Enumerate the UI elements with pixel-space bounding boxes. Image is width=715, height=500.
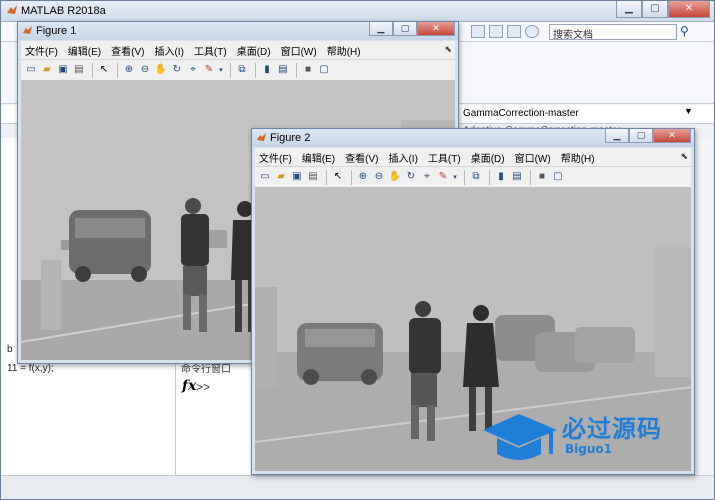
pointer-icon[interactable]: ↖ bbox=[331, 170, 345, 184]
figure-2-minimize-button[interactable]: ▁ bbox=[605, 129, 629, 143]
matlab-logo-icon bbox=[7, 5, 17, 14]
link-plot-icon[interactable]: ⧉ bbox=[235, 63, 249, 77]
qa-cut-icon[interactable] bbox=[471, 25, 485, 38]
main-title-bar: MATLAB R2018a ▁ ▢ ✕ bbox=[1, 1, 714, 22]
legend-icon[interactable]: ▤ bbox=[276, 63, 290, 77]
figure-1-maximize-button[interactable]: ▢ bbox=[393, 22, 417, 36]
pan-icon[interactable]: ✋ bbox=[154, 63, 168, 77]
menu-edit[interactable]: 编辑(E) bbox=[68, 43, 101, 58]
menu-tools[interactable]: 工具(T) bbox=[194, 43, 227, 58]
watermark-logo-icon bbox=[483, 414, 557, 460]
link-plot-icon[interactable]: ⧉ bbox=[469, 170, 483, 184]
zoom-out-icon[interactable]: ⊖ bbox=[138, 63, 152, 77]
figure-2-title-bar[interactable]: Figure 2 ▁ ▢ ✕ bbox=[252, 129, 694, 147]
menu-window[interactable]: 窗口(W) bbox=[515, 150, 551, 165]
print-icon[interactable]: ▤ bbox=[306, 170, 320, 184]
hide-plot-tools-icon[interactable]: ■ bbox=[301, 63, 315, 77]
menu-edit[interactable]: 编辑(E) bbox=[302, 150, 335, 165]
open-file-icon[interactable]: ▰ bbox=[274, 170, 288, 184]
figure-2-toolbar: ▭ ▰ ▣ ▤ ↖ ⊕ ⊖ ✋ ↻ ⌖ ✎ ▾ ⧉ ▮ ▤ ■ ▢ bbox=[255, 166, 691, 187]
watermark-text: 必过源码 bbox=[562, 415, 662, 443]
editor-line-11: 11 = f(x,y); bbox=[7, 363, 54, 374]
pan-icon[interactable]: ✋ bbox=[388, 170, 402, 184]
panel-label: b bbox=[7, 344, 13, 355]
menu-tools[interactable]: 工具(T) bbox=[428, 150, 461, 165]
search-documentation-input[interactable]: 搜索文档 bbox=[549, 24, 677, 41]
minimize-button[interactable]: ▁ bbox=[616, 1, 642, 18]
figure-1-title-bar[interactable]: Figure 1 ▁ ▢ ✕ bbox=[18, 22, 458, 40]
colorbar-icon[interactable]: ▮ bbox=[260, 63, 274, 77]
dock-arrow-icon[interactable]: ⬉ bbox=[680, 151, 688, 162]
qa-copy-icon[interactable] bbox=[489, 25, 503, 38]
menu-desktop[interactable]: 桌面(D) bbox=[471, 150, 505, 165]
figure-2-maximize-button[interactable]: ▢ bbox=[629, 129, 653, 143]
data-cursor-icon[interactable]: ⌖ bbox=[420, 170, 434, 184]
close-button[interactable]: ✕ bbox=[668, 1, 710, 18]
menu-file[interactable]: 文件(F) bbox=[259, 150, 292, 165]
menu-help[interactable]: 帮助(H) bbox=[561, 150, 595, 165]
figure-1-title: Figure 1 bbox=[36, 25, 77, 37]
figure-1-menubar: 文件(F) 编辑(E) 查看(V) 插入(I) 工具(T) 桌面(D) 窗口(W… bbox=[21, 41, 455, 59]
new-figure-icon[interactable]: ▭ bbox=[258, 170, 272, 184]
menu-desktop[interactable]: 桌面(D) bbox=[237, 43, 271, 58]
figure-2-title: Figure 2 bbox=[270, 132, 311, 144]
main-window-title: MATLAB R2018a bbox=[21, 5, 106, 17]
brush-icon[interactable]: ✎ bbox=[436, 170, 450, 184]
fx-icon[interactable]: fx bbox=[182, 378, 196, 394]
search-icon[interactable]: ⚲ bbox=[680, 24, 689, 38]
figure-2-menubar: 文件(F) 编辑(E) 查看(V) 插入(I) 工具(T) 桌面(D) 窗口(W… bbox=[255, 148, 691, 166]
dock-arrow-icon[interactable]: ⬉ bbox=[444, 44, 452, 55]
zoom-in-icon[interactable]: ⊕ bbox=[122, 63, 136, 77]
open-file-icon[interactable]: ▰ bbox=[40, 63, 54, 77]
menu-window[interactable]: 窗口(W) bbox=[281, 43, 317, 58]
figure-icon bbox=[257, 133, 266, 141]
help-icon[interactable] bbox=[525, 25, 539, 38]
figure-icon bbox=[23, 26, 32, 34]
watermark-subtext: Biguo1 bbox=[565, 442, 612, 456]
zoom-out-icon[interactable]: ⊖ bbox=[372, 170, 386, 184]
menu-help[interactable]: 帮助(H) bbox=[327, 43, 361, 58]
status-bar bbox=[1, 475, 714, 499]
right-scroll-strip[interactable] bbox=[693, 138, 714, 475]
brush-icon[interactable]: ✎ bbox=[202, 63, 216, 77]
zoom-in-icon[interactable]: ⊕ bbox=[356, 170, 370, 184]
save-icon[interactable]: ▣ bbox=[56, 63, 70, 77]
figure-1-close-button[interactable]: ✕ bbox=[417, 22, 455, 36]
maximize-button[interactable]: ▢ bbox=[642, 1, 668, 18]
menu-view[interactable]: 查看(V) bbox=[345, 150, 378, 165]
command-prompt: >> bbox=[196, 380, 211, 394]
print-icon[interactable]: ▤ bbox=[72, 63, 86, 77]
menu-insert[interactable]: 插入(I) bbox=[388, 150, 417, 165]
pointer-icon[interactable]: ↖ bbox=[97, 63, 111, 77]
save-icon[interactable]: ▣ bbox=[290, 170, 304, 184]
colorbar-icon[interactable]: ▮ bbox=[494, 170, 508, 184]
chevron-down-icon[interactable]: ▾ bbox=[218, 63, 224, 77]
figure-2-close-button[interactable]: ✕ bbox=[653, 129, 691, 143]
chevron-down-icon[interactable]: ▼ bbox=[684, 106, 693, 116]
rotate-3d-icon[interactable]: ↻ bbox=[404, 170, 418, 184]
figure-1-minimize-button[interactable]: ▁ bbox=[369, 22, 393, 36]
menu-file[interactable]: 文件(F) bbox=[25, 43, 58, 58]
figure-1-toolbar: ▭ ▰ ▣ ▤ ↖ ⊕ ⊖ ✋ ↻ ⌖ ✎ ▾ ⧉ ▮ ▤ ■ ▢ bbox=[21, 59, 455, 80]
data-cursor-icon[interactable]: ⌖ bbox=[186, 63, 200, 77]
legend-icon[interactable]: ▤ bbox=[510, 170, 524, 184]
new-figure-icon[interactable]: ▭ bbox=[24, 63, 38, 77]
current-folder-name: GammaCorrection-master bbox=[463, 108, 579, 119]
qa-layout-icon[interactable] bbox=[507, 25, 521, 38]
hide-plot-tools-icon[interactable]: ■ bbox=[535, 170, 549, 184]
show-plot-tools-icon[interactable]: ▢ bbox=[551, 170, 565, 184]
menu-view[interactable]: 查看(V) bbox=[111, 43, 144, 58]
rotate-3d-icon[interactable]: ↻ bbox=[170, 63, 184, 77]
show-plot-tools-icon[interactable]: ▢ bbox=[317, 63, 331, 77]
menu-insert[interactable]: 插入(I) bbox=[154, 43, 183, 58]
chevron-down-icon[interactable]: ▾ bbox=[452, 170, 458, 184]
